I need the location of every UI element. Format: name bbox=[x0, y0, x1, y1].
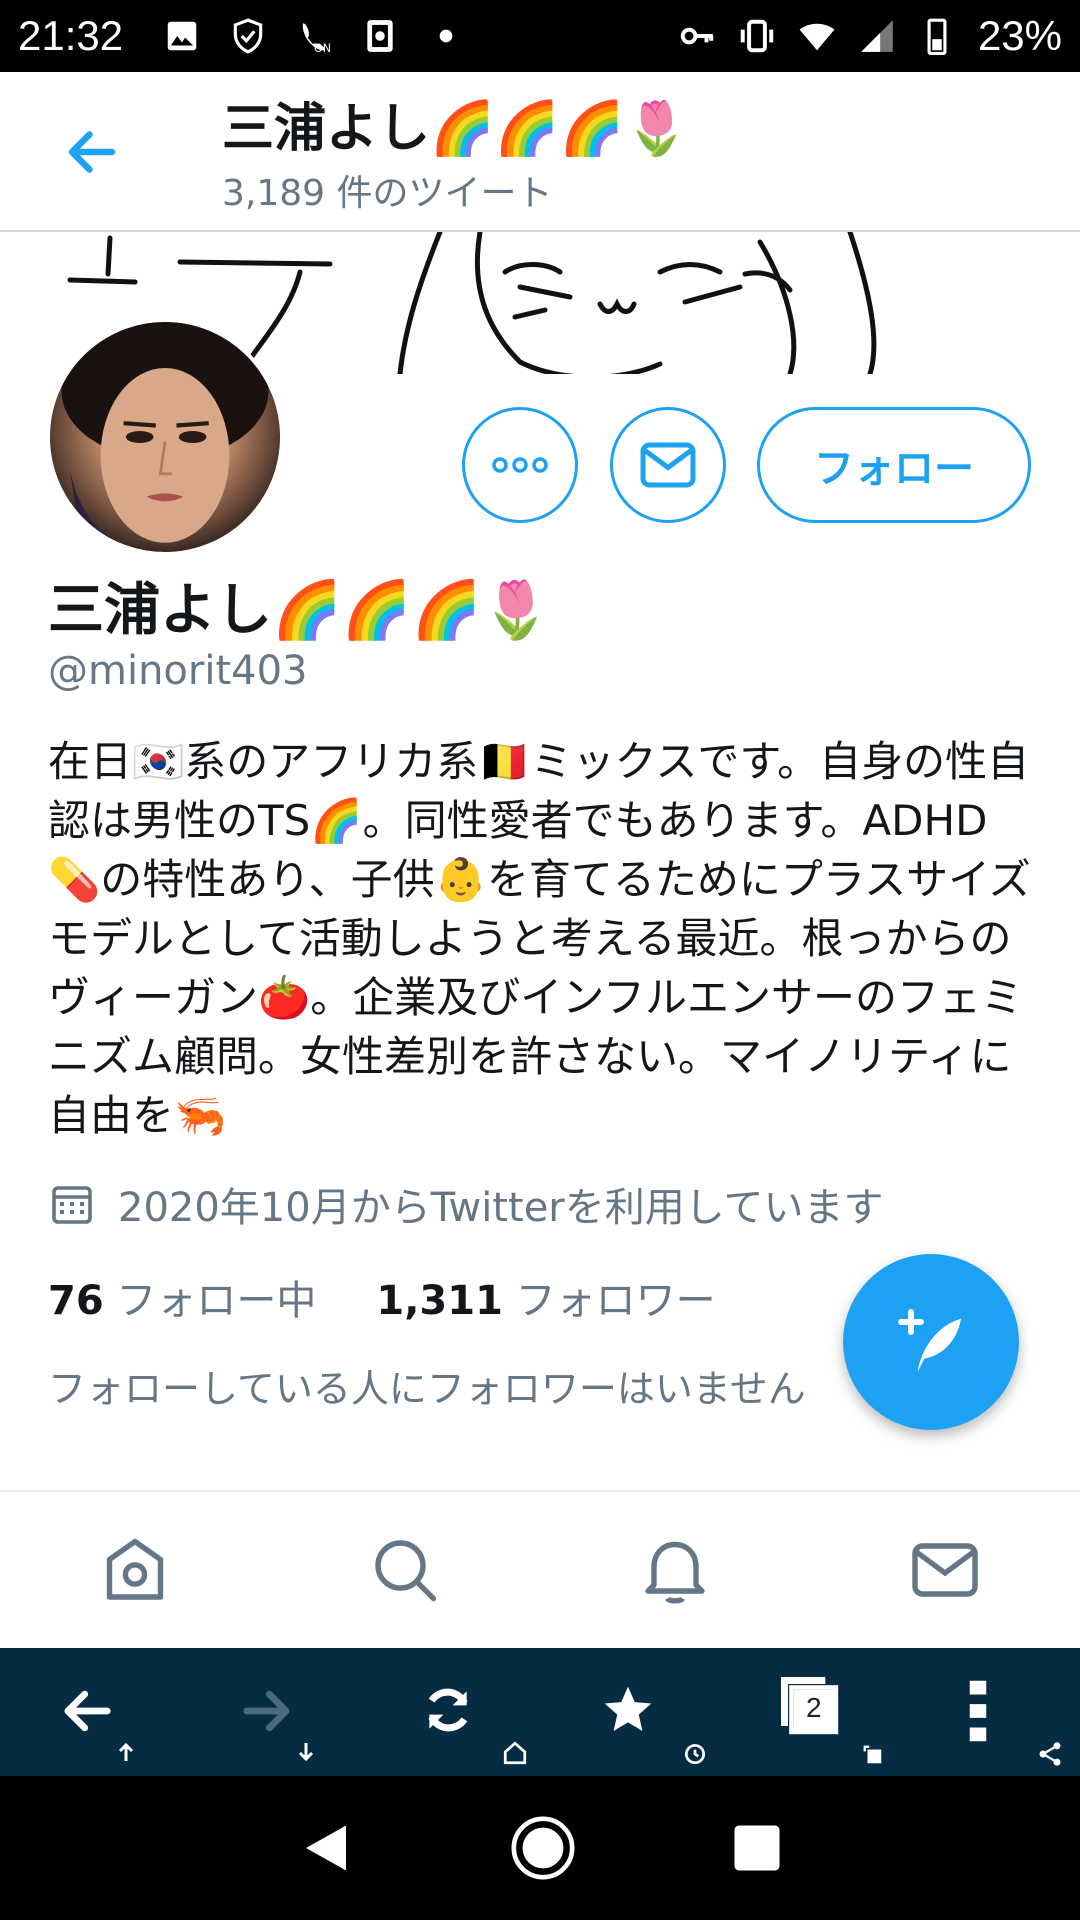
browser-tabs-button[interactable]: 2 bbox=[750, 1648, 882, 1776]
following-label: フォロー中 bbox=[116, 1278, 317, 1324]
mutual-followers-note: フォローしている人にフォロワーはいません bbox=[48, 1367, 806, 1411]
tabs-count: 2 bbox=[806, 1692, 822, 1723]
status-time: 21:32 bbox=[18, 12, 124, 59]
status-notification-icons: ON bbox=[163, 17, 465, 55]
back-arrow-icon[interactable] bbox=[62, 122, 122, 182]
nav-notifications[interactable] bbox=[635, 1530, 715, 1610]
nav-messages[interactable] bbox=[905, 1530, 985, 1610]
dot-icon bbox=[439, 29, 453, 43]
battery-percent: 23% bbox=[977, 12, 1062, 59]
followers-link[interactable]: 1,311 フォロワー bbox=[376, 1268, 715, 1326]
tweet-count: 3,189 件のツイート bbox=[222, 173, 553, 214]
joined-date: 2020年10月からTwitterを利用しています bbox=[48, 1175, 884, 1233]
search-icon bbox=[375, 1540, 437, 1602]
more-options-button[interactable] bbox=[462, 407, 578, 523]
calendar-icon bbox=[52, 1186, 92, 1224]
down-arrow-icon bbox=[298, 1743, 314, 1762]
status-system-icons: 23% bbox=[678, 12, 1062, 60]
star-icon bbox=[604, 1686, 652, 1731]
follow-stats: 76 フォロー中 1,311 フォロワー bbox=[48, 1268, 716, 1326]
more-dots-icon bbox=[492, 457, 548, 473]
signal-icon bbox=[861, 20, 893, 52]
system-nav-bar bbox=[0, 1776, 1080, 1920]
following-count: 76 bbox=[48, 1278, 104, 1324]
alarm-icon bbox=[684, 1744, 706, 1765]
image-icon bbox=[167, 21, 197, 51]
up-arrow-icon bbox=[118, 1742, 134, 1761]
followers-label: フォロワー bbox=[515, 1278, 716, 1324]
profile-handle: @minorit403 bbox=[48, 648, 308, 694]
system-recents-icon[interactable] bbox=[730, 1821, 784, 1875]
browser-menu-button[interactable] bbox=[930, 1648, 1061, 1776]
new-tab-icon bbox=[863, 1745, 882, 1764]
system-home-icon[interactable] bbox=[508, 1813, 578, 1883]
share-icon bbox=[1039, 1742, 1061, 1766]
card-icon bbox=[367, 20, 393, 52]
profile-header: 三浦よし🌈🌈🌈🌷 3,189 件のツイート bbox=[0, 72, 1080, 232]
nav-search[interactable] bbox=[365, 1530, 445, 1610]
battery-icon bbox=[927, 18, 947, 55]
kebab-menu-icon bbox=[969, 1680, 987, 1742]
status-bar: 21:32 ON 23% bbox=[0, 0, 1080, 72]
system-back-icon[interactable] bbox=[296, 1818, 356, 1878]
compose-tweet-button[interactable] bbox=[843, 1254, 1019, 1430]
envelope-icon bbox=[912, 1543, 978, 1597]
follow-button[interactable]: フォロー bbox=[757, 407, 1031, 523]
bell-icon bbox=[645, 1541, 705, 1604]
vibrate-icon bbox=[740, 19, 774, 53]
profile-bio: 在日🇰🇷系のアフリカ系🇧🇪ミックスです。自身の性自認は男性のTS🌈。同性愛者でも… bbox=[48, 737, 1031, 1140]
header-title: 三浦よし🌈🌈🌈🌷 bbox=[222, 99, 689, 159]
compose-feather-icon bbox=[898, 1309, 961, 1372]
home-icon bbox=[106, 1538, 164, 1600]
browser-reload-button[interactable] bbox=[390, 1648, 527, 1776]
browser-forward-button[interactable] bbox=[210, 1648, 330, 1776]
home-small-icon bbox=[503, 1741, 527, 1765]
wifi-icon bbox=[799, 23, 835, 51]
browser-back-button[interactable] bbox=[30, 1648, 150, 1776]
svg-text:ON: ON bbox=[314, 42, 331, 55]
key-icon bbox=[680, 27, 714, 45]
browser-toolbar: 2 bbox=[0, 1648, 1080, 1776]
profile-name: 三浦よし🌈🌈🌈🌷 bbox=[48, 578, 551, 643]
joined-text: 2020年10月からTwitterを利用しています bbox=[118, 1185, 884, 1231]
nav-home[interactable] bbox=[95, 1530, 175, 1610]
avatar-face bbox=[61, 322, 269, 552]
shield-check-icon bbox=[233, 18, 263, 54]
avatar[interactable] bbox=[46, 318, 284, 556]
message-button[interactable] bbox=[610, 407, 726, 523]
following-link[interactable]: 76 フォロー中 bbox=[48, 1268, 316, 1326]
followers-count: 1,311 bbox=[376, 1278, 503, 1324]
forward-arrow-icon bbox=[243, 1690, 290, 1732]
back-arrow-icon bbox=[64, 1690, 111, 1732]
twitter-bottom-nav bbox=[0, 1490, 1080, 1648]
call-on-icon: ON bbox=[302, 23, 331, 55]
reload-icon bbox=[428, 1688, 468, 1732]
envelope-icon bbox=[640, 442, 696, 488]
browser-bookmark-button[interactable] bbox=[570, 1648, 706, 1776]
